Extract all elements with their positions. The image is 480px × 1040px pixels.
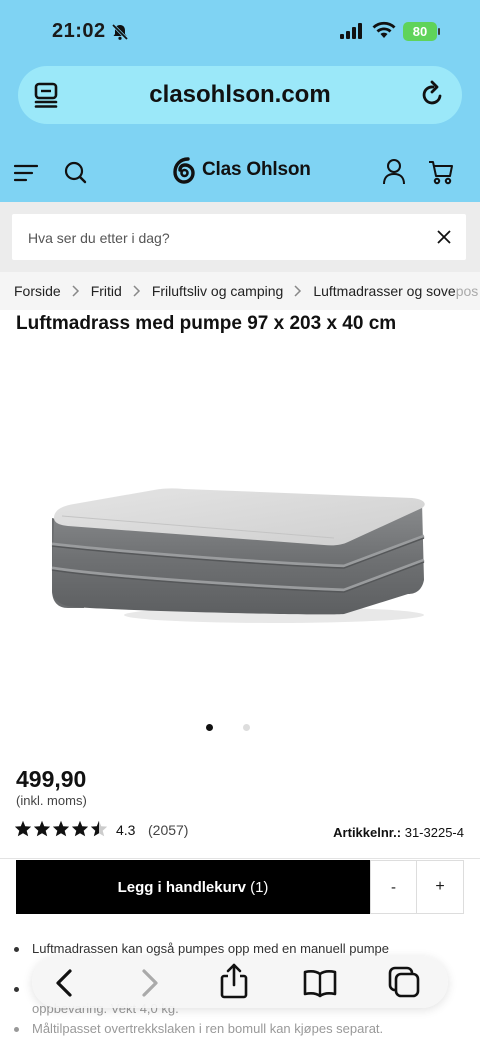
bullet (14, 1027, 19, 1032)
breadcrumb: Forside Fritid Friluftsliv og camping Lu… (0, 272, 480, 310)
menu-icon[interactable] (14, 164, 38, 182)
product-price: 499,90 (16, 766, 87, 792)
breadcrumb-home[interactable]: Forside (14, 283, 61, 299)
review-count[interactable]: (2057) (148, 822, 188, 838)
minus-label: - (391, 878, 396, 896)
chevron-right-icon (294, 285, 302, 297)
search-placeholder: Hva ser du etter i dag? (28, 230, 170, 246)
bullet (14, 947, 19, 952)
quantity-decrease-button[interactable]: - (370, 860, 417, 914)
chevron-right-icon (72, 285, 79, 297)
pagination-dot-active[interactable] (206, 724, 213, 731)
breadcrumb-friluftsliv[interactable]: Friluftsliv og camping (152, 283, 284, 299)
article-number: Artikkelnr.: 31-3225-4 (333, 825, 464, 840)
add-to-cart-button[interactable]: Legg i handlekurv (1) (16, 860, 370, 914)
address-bar[interactable]: clasohlson.com (18, 66, 462, 124)
bookmarks-icon[interactable] (302, 968, 338, 998)
plus-label: + (435, 878, 445, 895)
battery-tip (438, 28, 440, 35)
reload-icon[interactable] (420, 80, 446, 108)
product-image[interactable] (44, 480, 436, 630)
cart-quantity: (1) (250, 878, 269, 896)
star-icon (14, 820, 32, 837)
pagination-dot[interactable] (243, 724, 250, 731)
article-value: 31-3225-4 (404, 825, 464, 840)
page: 21:02 80 clasohlson.com Clas Ohlson Hva … (0, 0, 480, 1040)
search-icon[interactable] (64, 160, 88, 186)
tabs-overview-icon[interactable] (386, 964, 422, 1000)
reader-icon[interactable] (34, 82, 58, 108)
brand-name: Clas Ohlson (202, 159, 311, 180)
cart-icon[interactable] (428, 160, 454, 186)
bullet (14, 987, 19, 992)
price-note: (inkl. moms) (16, 793, 87, 808)
wifi-icon (372, 21, 396, 38)
clas-ohlson-logo-icon (173, 157, 195, 184)
status-bar: 21:02 80 (0, 0, 480, 62)
url-text[interactable]: clasohlson.com (149, 81, 330, 109)
brand-logo[interactable]: Clas Ohlson (172, 156, 311, 184)
image-pagination (206, 724, 250, 731)
back-icon[interactable] (54, 968, 74, 998)
star-icon (71, 820, 89, 837)
share-icon[interactable] (218, 962, 250, 1000)
status-time: 21:02 (52, 20, 106, 42)
star-icon (52, 820, 70, 837)
breadcrumb-overflow: pos (455, 283, 479, 299)
chevron-right-icon (133, 285, 140, 297)
battery-level: 80 (412, 24, 428, 39)
partial-star-icon (90, 820, 108, 837)
rating-value: 4.3 (116, 822, 136, 838)
divider (0, 858, 480, 859)
star-icon (33, 820, 51, 837)
close-icon[interactable] (436, 229, 452, 245)
cellular-signal-icon (340, 23, 362, 39)
user-icon[interactable] (382, 158, 406, 186)
rating-stars[interactable] (14, 820, 108, 837)
article-label: Artikkelnr.: (333, 825, 402, 840)
description-line: Måltilpasset overtrekkslaken i ren bomul… (32, 1021, 384, 1036)
forward-icon[interactable] (140, 968, 160, 998)
silent-bell-icon (111, 23, 129, 41)
add-to-cart-label: Legg i handlekurv (117, 878, 246, 896)
quantity-increase-button[interactable]: + (417, 860, 464, 914)
product-title: Luftmadrass med pumpe 97 x 203 x 40 cm (16, 313, 397, 334)
battery-indicator: 80 (403, 22, 437, 41)
breadcrumb-fritid[interactable]: Fritid (91, 283, 122, 299)
breadcrumb-luftmadrasser[interactable]: Luftmadrasser og sove (313, 283, 455, 299)
